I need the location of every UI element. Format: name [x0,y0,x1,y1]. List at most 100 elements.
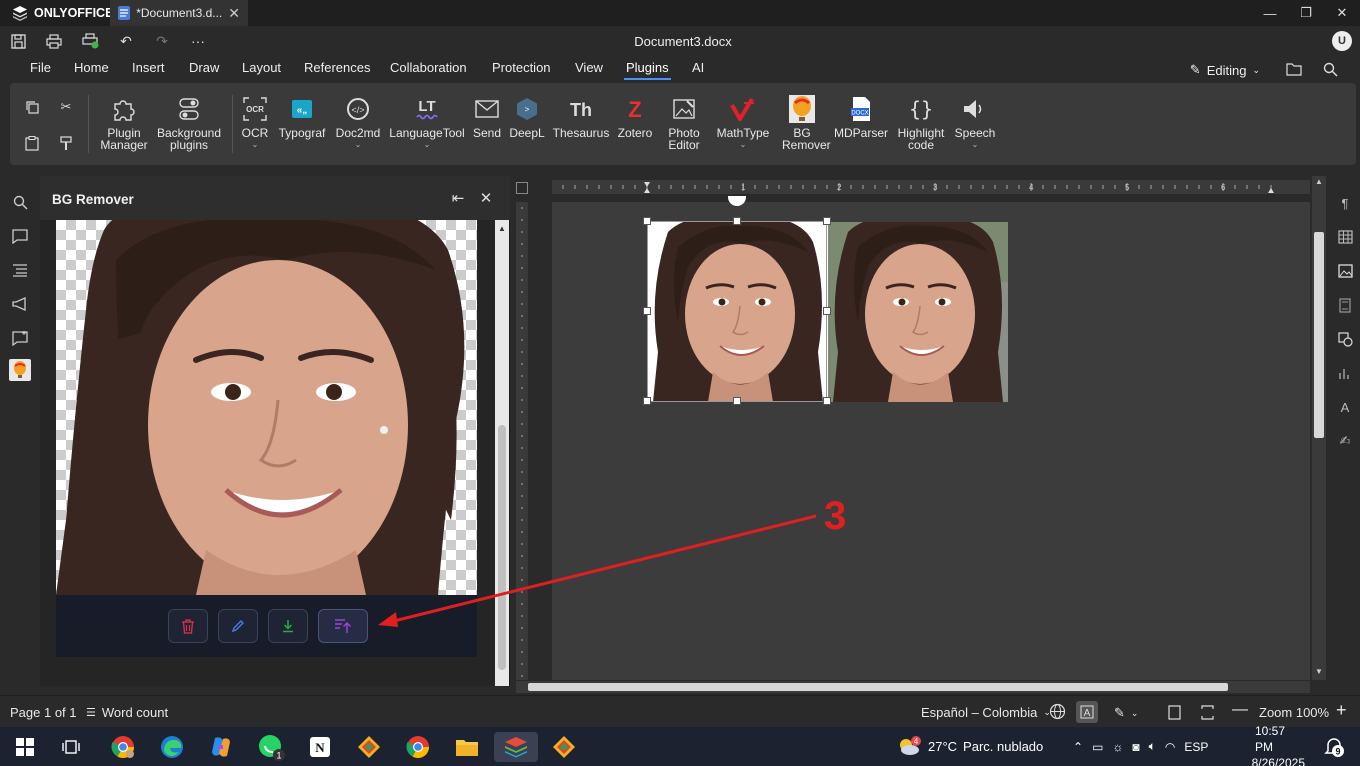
chevron-up-icon[interactable]: ⌃ [1073,740,1083,754]
fit-to-width-icon[interactable] [1200,705,1215,720]
thesaurus-button[interactable]: Th Thesaurus [550,95,612,139]
paste-icon[interactable] [22,133,42,153]
track-changes-dropdown[interactable]: ✎ ⌄ [1114,705,1138,721]
close-window-button[interactable]: ✕ [1324,0,1360,26]
download-button[interactable] [268,609,308,643]
battery-icon[interactable]: ▭ [1092,740,1103,754]
volume-icon[interactable]: 🔈︎ [1149,739,1156,754]
resize-handle[interactable] [643,397,651,405]
shape-settings-icon[interactable] [1336,330,1354,348]
scroll-up-icon[interactable]: ▲ [1315,177,1323,186]
word-count-button[interactable]: ☰ Word count [86,705,168,720]
document-vertical-scrollbar[interactable]: ▲ ▼ [1312,176,1326,680]
notifications-button[interactable]: 9 [1322,727,1346,766]
windows-start-icon[interactable] [10,732,40,762]
resize-handle[interactable] [733,397,741,405]
mathtype-button[interactable]: MathType ⌄ [714,95,772,151]
zoom-out-button[interactable]: — [1232,701,1248,719]
send-button[interactable]: Send [470,95,504,139]
weather-widget[interactable]: 4 27°C Parc. nublado [896,727,1043,766]
search-icon[interactable] [9,191,31,213]
editing-mode-dropdown[interactable]: ✎ Editing ⌄ [1190,62,1260,78]
menu-protection[interactable]: Protection [492,60,551,75]
comments-icon[interactable] [9,225,31,247]
chart-settings-icon[interactable] [1336,364,1354,382]
brightness-icon[interactable]: ☼ [1112,740,1123,754]
menu-ai[interactable]: AI [692,60,704,75]
kanban-app-icon[interactable] [354,732,384,762]
document-horizontal-scrollbar[interactable] [516,681,1310,693]
paragraph-settings-icon[interactable]: ¶ [1336,194,1354,212]
chrome-icon[interactable] [403,732,433,762]
languagetool-button[interactable]: LT LanguageTool ⌄ [388,95,466,151]
close-tab-icon[interactable]: ✕ [228,5,240,22]
signature-icon[interactable]: ✍ [1336,432,1354,450]
typograf-button[interactable]: «„ Typograf [276,95,328,139]
scroll-up-icon[interactable]: ▲ [498,224,506,233]
kanban-app-icon-2[interactable] [549,732,579,762]
resize-handle[interactable] [823,307,831,315]
delete-button[interactable] [168,609,208,643]
edge-browser-icon[interactable] [157,732,187,762]
insert-into-document-button[interactable] [318,609,368,643]
menu-file[interactable]: File [30,60,51,75]
table-settings-icon[interactable] [1336,228,1354,246]
menu-insert[interactable]: Insert [132,60,165,75]
collapse-panel-icon[interactable]: ⇤ [448,188,468,208]
image-settings-icon[interactable] [1336,262,1354,280]
tab-stop-selector[interactable] [516,182,528,194]
file-explorer-icon[interactable] [452,732,482,762]
plugin-manager-button[interactable]: Plugin Manager [96,95,152,151]
open-file-location-icon[interactable] [1285,60,1303,78]
document-scrollbar-thumb[interactable] [1314,232,1324,438]
horizontal-scrollbar-thumb[interactable] [528,683,1228,691]
zoom-level[interactable]: Zoom 100% [1259,705,1329,720]
resize-handle[interactable] [643,307,651,315]
language-dropdown[interactable]: Español – Colombia ⌄ [921,705,1051,720]
document-tab[interactable]: *Document3.d... ✕ [110,0,248,26]
chrome-profile-icon[interactable] [108,732,138,762]
format-painter-icon[interactable] [56,133,76,153]
speech-button[interactable]: Speech ⌄ [952,95,998,151]
photo-editor-button[interactable]: Photo Editor [660,95,708,151]
menu-home[interactable]: Home [74,60,109,75]
zoom-in-button[interactable]: + [1336,700,1347,721]
document-image-original[interactable] [828,222,1008,402]
scroll-down-icon[interactable]: ▼ [1315,667,1323,676]
menu-draw[interactable]: Draw [189,60,219,75]
clock[interactable]: 10:57 PM 8/26/2025 [1252,724,1305,766]
input-language[interactable]: ESP [1184,740,1208,754]
minimize-window-button[interactable]: — [1252,0,1288,26]
resize-handle[interactable] [643,217,651,225]
menu-collaboration[interactable]: Collaboration [390,60,467,75]
onlyoffice-logo[interactable]: ONLYOFFICE [12,5,113,21]
copy-icon[interactable] [22,97,42,117]
maximize-window-button[interactable]: ❐ [1288,0,1324,26]
fit-to-page-icon[interactable] [1168,705,1181,720]
onlyoffice-taskbar-icon[interactable] [494,732,538,762]
menu-layout[interactable]: Layout [242,60,281,75]
deepl-button[interactable]: > DeepL [508,95,546,139]
bg-remover-button[interactable]: BG Remover [778,95,831,151]
ocr-button[interactable]: OCR OCR ⌄ [238,95,272,151]
search-icon[interactable] [1321,60,1339,78]
highlight-code-button[interactable]: {} Highlight code [894,95,948,151]
text-art-icon[interactable]: A [1336,398,1354,416]
menu-references[interactable]: References [304,60,370,75]
copilot-icon[interactable] [206,732,236,762]
notion-icon[interactable]: N [305,732,335,762]
mdparser-button[interactable]: DOCX MDParser [832,95,890,139]
zotero-button[interactable]: Z Zotero [614,95,656,139]
doc2md-button[interactable]: </> Doc2md ⌄ [332,95,384,151]
page-indicator[interactable]: Page 1 of 1 [10,705,77,720]
camera-icon[interactable]: ◙ [1132,740,1139,754]
close-panel-icon[interactable]: ✕ [476,188,496,208]
wifi-icon[interactable]: ◠ [1165,740,1175,754]
chat-plugin-icon[interactable] [9,327,31,349]
horizontal-ruler[interactable]: 1 2 3 4 5 6 [552,180,1310,194]
menu-view[interactable]: View [575,60,603,75]
resize-handle[interactable] [823,217,831,225]
edit-button[interactable] [218,609,258,643]
cut-icon[interactable]: ✂ [56,97,76,117]
spell-check-icon[interactable]: A [1076,701,1098,723]
